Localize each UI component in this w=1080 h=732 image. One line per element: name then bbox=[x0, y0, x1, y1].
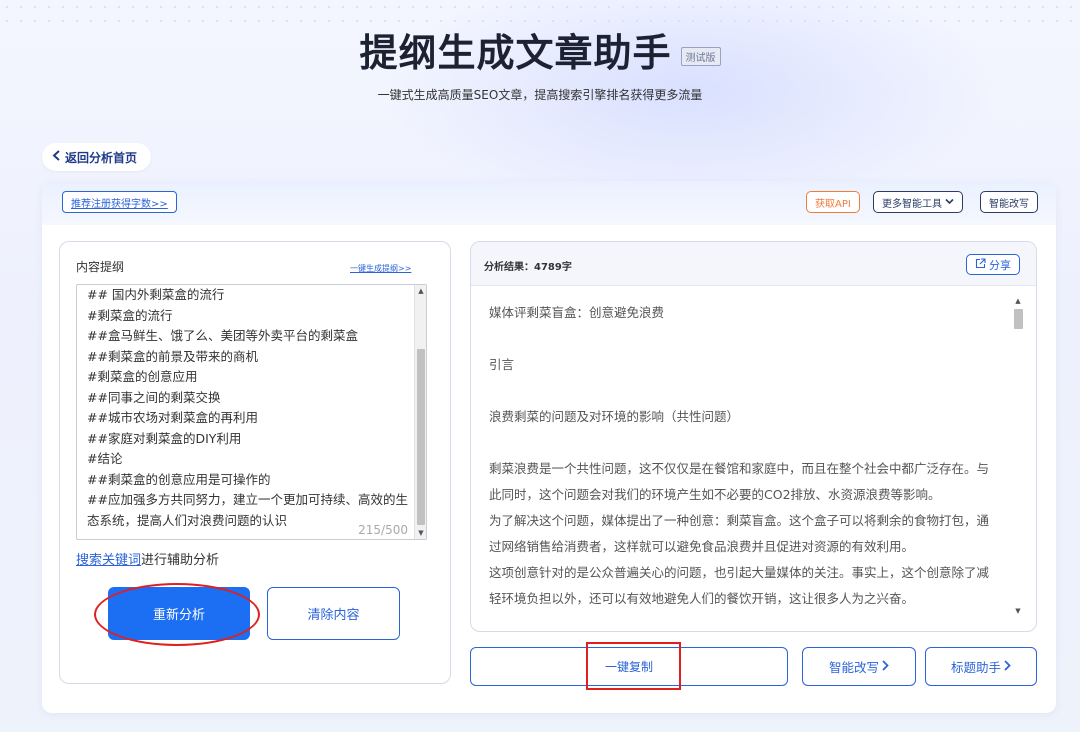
result-paragraph: 浪费剩菜的问题及对环境的影响（共性问题） bbox=[489, 409, 740, 424]
outline-text: ## 国内外剩菜盒的流行 #剩菜盒的流行 ##盒马鲜生、饿了么、美团等外卖平台的… bbox=[87, 287, 408, 528]
share-button[interactable]: 分享 bbox=[966, 254, 1020, 275]
outline-char-count: 215/500 bbox=[358, 523, 408, 537]
result-scrollbar-thumb[interactable] bbox=[1014, 309, 1023, 329]
reanalyze-button[interactable]: 重新分析 bbox=[108, 587, 250, 640]
keyword-assist-line: 搜索关键词进行辅助分析 bbox=[76, 549, 219, 568]
smart-rewrite-top-button[interactable]: 智能改写 bbox=[980, 191, 1038, 213]
back-to-home-label: 返回分析首页 bbox=[65, 150, 138, 165]
share-icon bbox=[975, 257, 986, 272]
search-keyword-link[interactable]: 搜索关键词 bbox=[76, 553, 141, 568]
scroll-down-arrow-icon[interactable]: ▼ bbox=[415, 527, 426, 539]
more-tools-dropdown[interactable]: 更多智能工具 bbox=[873, 191, 963, 213]
chevron-left-icon bbox=[52, 149, 61, 165]
smart-rewrite-label: 智能改写 bbox=[828, 660, 879, 675]
result-text: 媒体评剩菜盲盒：创意避免浪费 引言浪费剩菜的问题及对环境的影响（共性问题） 剩菜浪费… bbox=[489, 300, 1001, 612]
page-subtitle: 一键式生成高质量SEO文章，提高搜索引擎排名获得更多流量 bbox=[377, 88, 703, 102]
back-to-home-button[interactable]: 返回分析首页 bbox=[42, 143, 152, 171]
result-scrollbar[interactable]: ▲ ▼ bbox=[1012, 295, 1024, 617]
clear-content-button[interactable]: 清除内容 bbox=[267, 587, 400, 640]
result-paragraph: 这项创意针对的是公众普遍关心的问题，也引起大量媒体的关注。事实上，这个创意除了减… bbox=[489, 565, 990, 606]
title-helper-button[interactable]: 标题助手 bbox=[925, 647, 1037, 686]
chevron-down-icon bbox=[945, 197, 954, 208]
generate-outline-link[interactable]: 一键生成提纲>> bbox=[350, 263, 411, 274]
more-tools-label: 更多智能工具 bbox=[882, 198, 942, 210]
copy-all-button[interactable]: 一键复制 bbox=[470, 647, 788, 686]
result-paragraph: 为了解决这个问题，媒体提出了一种创意：剩菜盲盒。这个盒子可以将剩余的食物打包，通… bbox=[489, 513, 990, 554]
result-word-count: 分析结果：4789字 bbox=[484, 262, 572, 273]
scroll-down-arrow-icon[interactable]: ▼ bbox=[1012, 605, 1024, 617]
keyword-assist-suffix: 进行辅助分析 bbox=[141, 553, 220, 568]
outline-textarea[interactable]: ## 国内外剩菜盒的流行 #剩菜盒的流行 ##盒马鲜生、饿了么、美团等外卖平台的… bbox=[76, 284, 427, 540]
beta-badge: 测试版 bbox=[680, 47, 721, 66]
page-title: 提纲生成文章助手 bbox=[359, 31, 672, 75]
chevron-right-icon bbox=[1003, 659, 1011, 674]
scroll-up-arrow-icon[interactable]: ▲ bbox=[415, 285, 426, 297]
page-header: 提纲生成文章助手 测试版 bbox=[0, 22, 1080, 77]
share-label: 分享 bbox=[989, 258, 1011, 272]
outline-scrollbar-thumb[interactable] bbox=[417, 349, 425, 525]
result-content: 媒体评剩菜盲盒：创意避免浪费 引言浪费剩菜的问题及对环境的影响（共性问题） 剩菜浪费… bbox=[471, 286, 1027, 620]
result-paragraph: 剩菜浪费是一个共性问题，这不仅仅是在餐馆和家庭中，而且在整个社会中都广泛存在。与… bbox=[489, 461, 990, 502]
smart-rewrite-button[interactable]: 智能改写 bbox=[802, 647, 916, 686]
result-paragraph: 引言 bbox=[489, 357, 515, 372]
get-api-button[interactable]: 获取API bbox=[806, 191, 860, 213]
outline-scrollbar[interactable]: ▲ ▼ bbox=[414, 285, 426, 539]
register-bonus-link[interactable]: 推荐注册获得字数>> bbox=[62, 191, 177, 213]
result-paragraph: 媒体评剩菜盲盒：创意避免浪费 bbox=[489, 305, 665, 320]
outline-panel-title: 内容提纲 bbox=[76, 260, 125, 274]
chevron-right-icon bbox=[881, 659, 889, 674]
scroll-up-arrow-icon[interactable]: ▲ bbox=[1012, 295, 1024, 307]
title-helper-label: 标题助手 bbox=[950, 660, 1001, 675]
